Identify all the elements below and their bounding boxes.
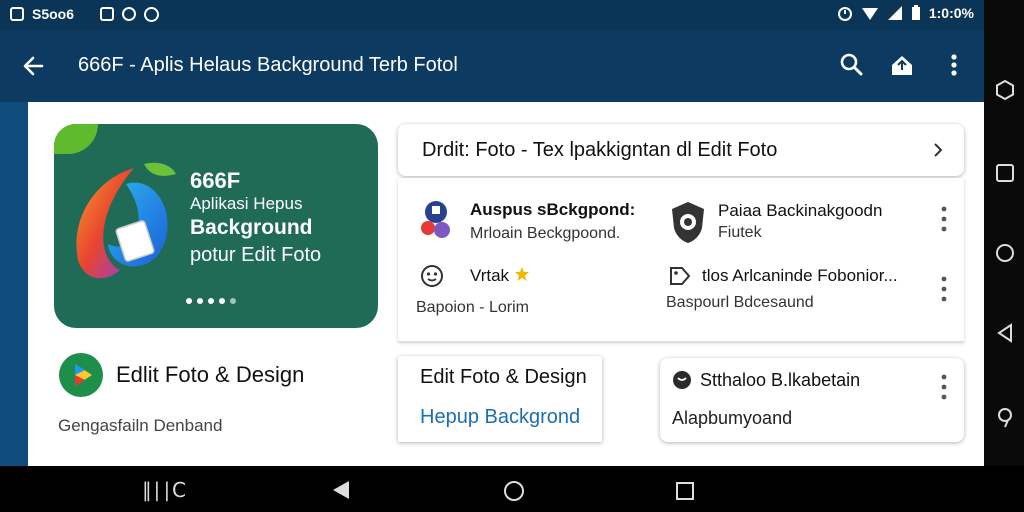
list-item-title[interactable]: Auspus sBckgpond: — [470, 200, 635, 220]
message-icon — [100, 7, 115, 21]
section-divider — [398, 341, 964, 342]
more-vert-icon[interactable] — [940, 276, 948, 302]
hero-corner-accent — [54, 124, 98, 154]
card-subtitle: Alapbumyoand — [672, 408, 793, 428]
carousel-dot[interactable] — [186, 298, 192, 304]
notification-box-icon — [10, 7, 24, 21]
tag-icon — [670, 267, 691, 285]
background-eraser-app-icon[interactable] — [418, 198, 454, 244]
list-item-title[interactable]: Vrtak — [470, 266, 509, 286]
star-icon — [515, 267, 529, 281]
share-icon[interactable] — [888, 50, 916, 80]
search-result-card[interactable]: Drdit: Foto - Tex lpakkigntan dl Edit Fo… — [398, 124, 964, 176]
carousel-dot[interactable] — [197, 298, 203, 304]
search-icon[interactable] — [838, 50, 866, 80]
status-bar-right: 1:0:0% — [837, 5, 974, 21]
more-vert-icon[interactable] — [940, 50, 968, 80]
search-result-text: Drdit: Foto - Tex lpakkigntan dl Edit Fo… — [422, 139, 778, 161]
settings-circle-icon — [144, 6, 160, 22]
overview-square-icon[interactable] — [674, 480, 696, 502]
page-title: 666F - Aplis Helaus Background Terb Foto… — [78, 54, 458, 76]
hero-banner[interactable]: 666F Aplikasi Hepus Background potur Edi… — [54, 124, 378, 328]
back-triangle-icon[interactable] — [330, 479, 352, 501]
suggestion-card[interactable]: Stthaloo B.lkabetain Alapbumyoand — [660, 358, 964, 442]
status-carrier-text: S5oo6 — [32, 6, 75, 22]
carousel-dot[interactable] — [208, 298, 214, 304]
back-arrow-icon[interactable] — [20, 48, 48, 84]
play-store-icon[interactable] — [58, 352, 104, 398]
wifi-icon — [861, 8, 878, 20]
carousel-dots[interactable] — [186, 298, 236, 304]
carousel-dot[interactable] — [230, 298, 236, 304]
home-circle-icon[interactable] — [502, 479, 526, 503]
signal-icon — [887, 6, 902, 20]
navigation-bar: ∥∣∣C — [0, 466, 1024, 512]
hero-line-3: Background — [190, 216, 313, 239]
hexagon-icon[interactable] — [993, 78, 1017, 102]
hero-line-1: 666F — [190, 168, 241, 193]
circle-icon[interactable] — [993, 241, 1017, 265]
status-time: 1:0:0% — [928, 5, 974, 21]
app-bar: 666F - Aplis Helaus Background Terb Foto… — [0, 30, 984, 102]
app-listing-subtitle: Gengasfailn Denband — [58, 416, 223, 435]
list-item-subtitle: Fiutek — [718, 224, 762, 241]
app-listing-title[interactable]: Edlit Foto & Design — [116, 362, 304, 388]
more-vert-icon[interactable] — [940, 206, 948, 232]
status-bar: S5oo6 1:0:0% — [0, 0, 984, 30]
app-logo-icon — [76, 162, 176, 279]
location-pin-icon[interactable] — [993, 406, 1017, 430]
more-vert-icon[interactable] — [940, 374, 948, 400]
list-item-title[interactable]: tlos Arlcaninde Fobonior... — [702, 266, 898, 286]
chat-bubble-icon — [673, 371, 691, 389]
side-system-bar — [984, 0, 1024, 466]
left-edge-stripe — [0, 102, 28, 466]
card-title: Edit Foto & Design — [420, 366, 587, 388]
alarm-icon — [837, 7, 852, 21]
edit-foto-card[interactable]: Edit Foto & Design Hepup Backgrond — [398, 356, 602, 442]
carousel-dot[interactable] — [219, 298, 225, 304]
background-link[interactable]: Hepup Backgrond — [420, 406, 580, 429]
smiley-icon — [421, 265, 443, 287]
triangle-back-icon[interactable] — [993, 321, 1017, 345]
list-item-subtitle: Mrloain Beckgpoond. — [470, 225, 621, 242]
status-bar-left: S5oo6 — [10, 6, 160, 22]
hero-line-4: potur Edit Foto — [190, 244, 322, 266]
recents-button[interactable]: ∥∣∣C — [142, 478, 186, 502]
list-item-subtitle: Baspourl Bdcesaund — [666, 294, 814, 311]
card-title: Stthaloo B.lkabetain — [700, 370, 861, 390]
list-item-title[interactable]: Paiaa Backinakgoodn — [718, 201, 882, 221]
battery-icon — [911, 5, 920, 20]
hero-line-2: Aplikasi Hepus — [190, 194, 303, 213]
whatsapp-icon — [122, 7, 137, 21]
shield-app-icon[interactable] — [668, 200, 708, 244]
chevron-right-icon[interactable] — [930, 138, 946, 162]
square-icon[interactable] — [993, 161, 1017, 185]
list-item-subtitle: Bapoion - Lorim — [416, 299, 529, 316]
